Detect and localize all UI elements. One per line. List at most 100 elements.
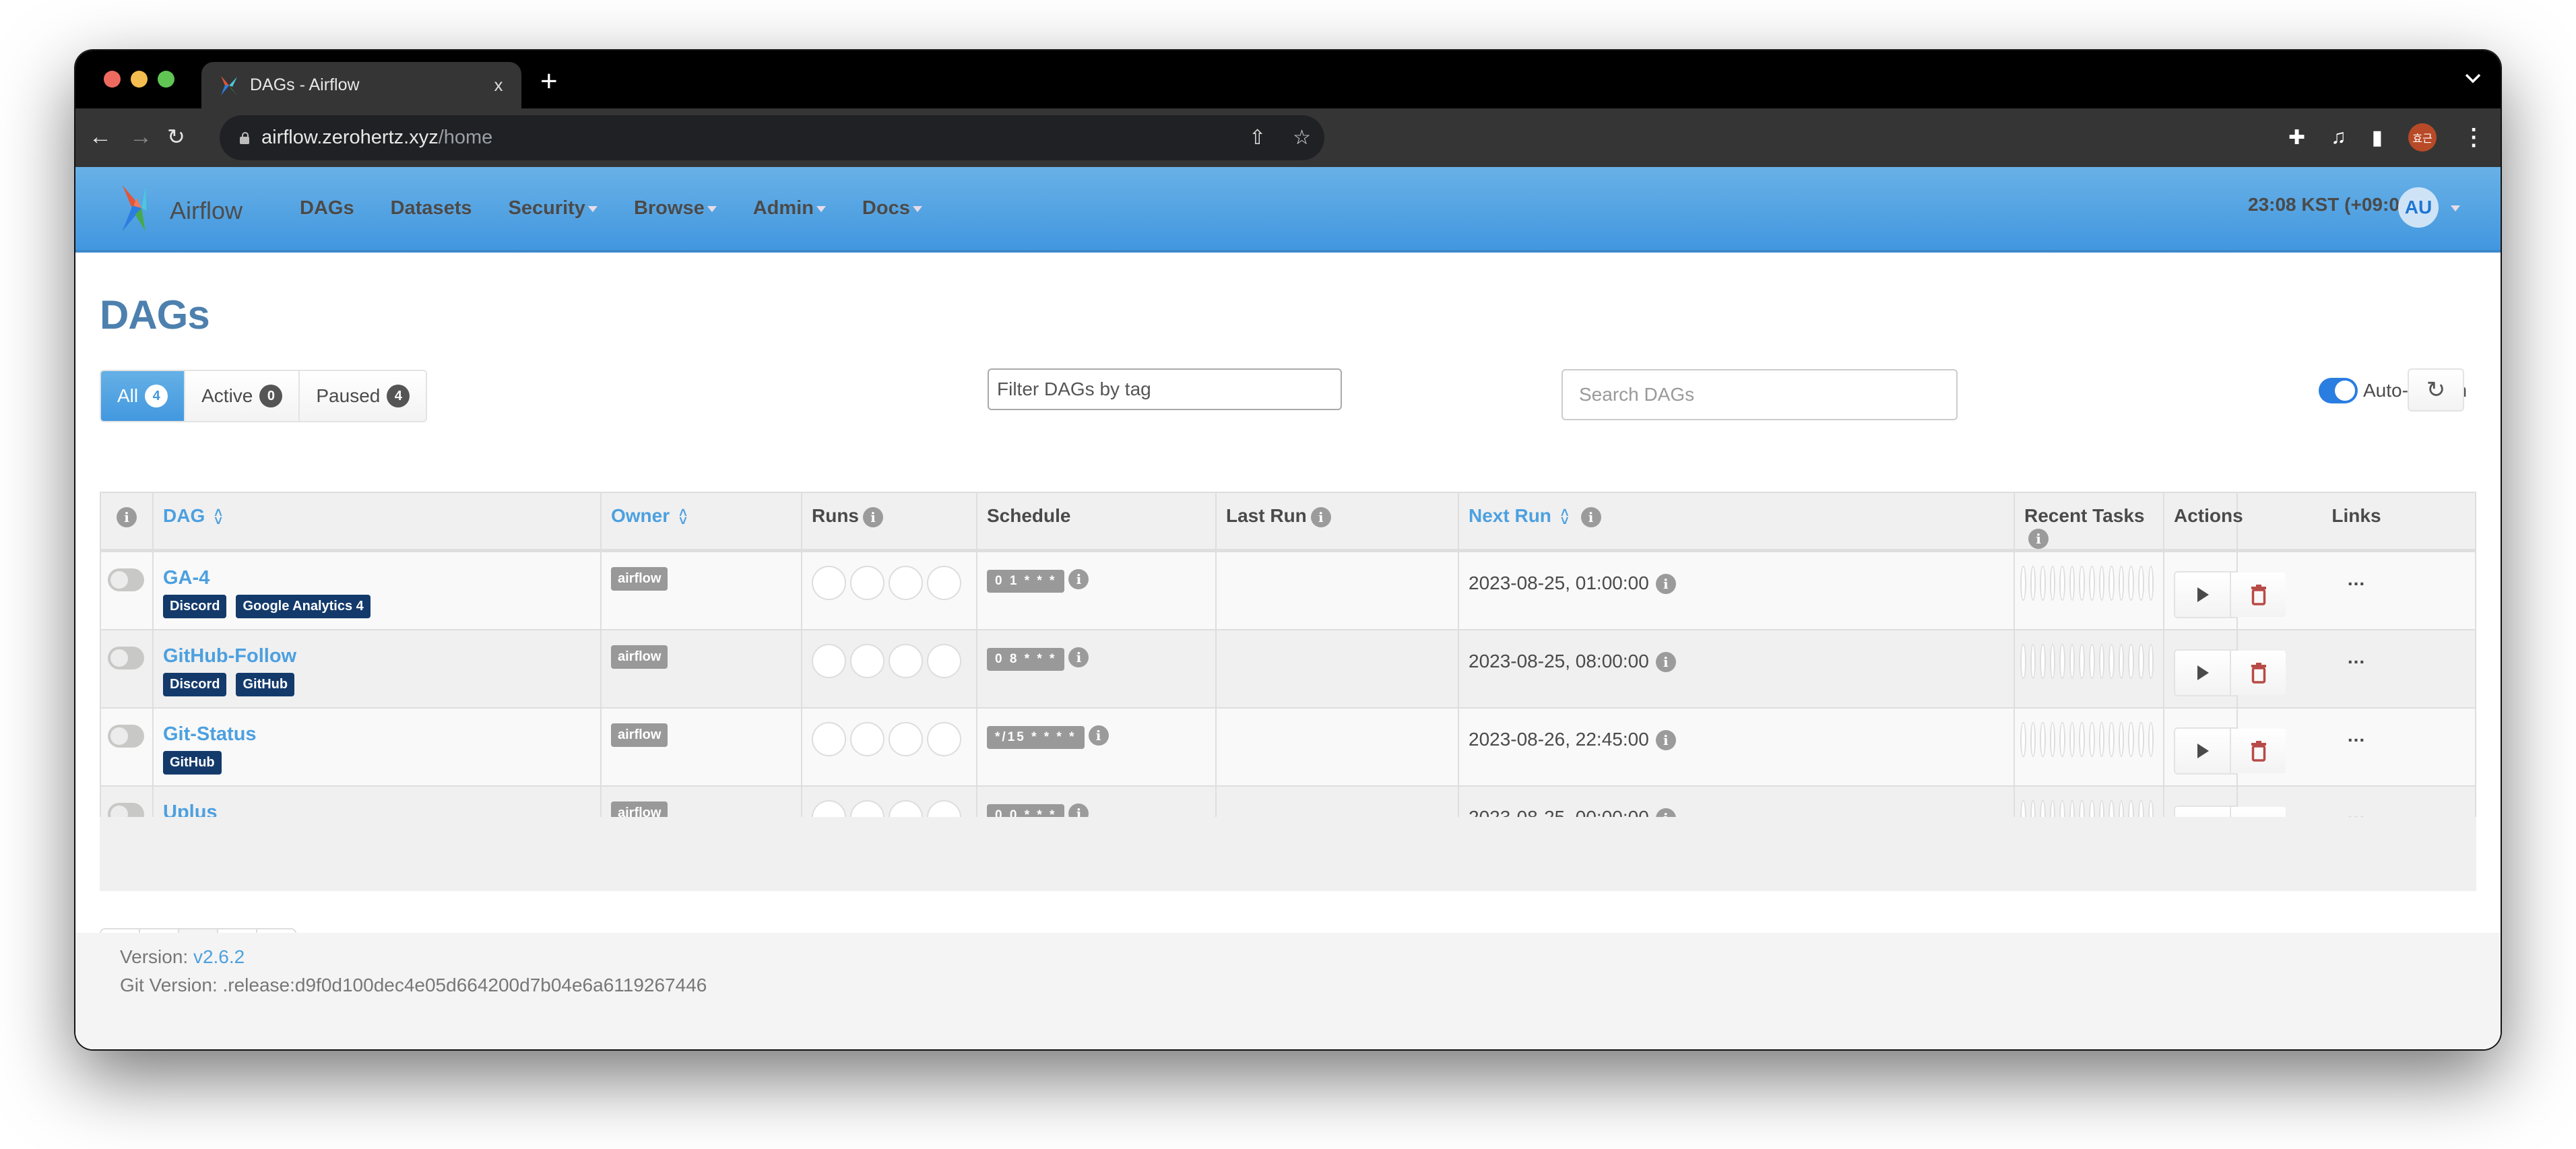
share-icon[interactable]: ⇧ xyxy=(1249,126,1266,150)
task-state-circle[interactable] xyxy=(2020,565,2026,601)
info-icon[interactable]: i xyxy=(1580,506,1601,527)
info-icon[interactable]: i xyxy=(1310,506,1331,527)
new-tab-button[interactable]: + xyxy=(540,67,558,96)
dag-tag[interactable]: GitHub xyxy=(163,750,222,775)
task-state-circle[interactable] xyxy=(2040,643,2046,679)
reload-icon[interactable]: ↻ xyxy=(167,122,185,152)
forward-arrow-icon[interactable]: → xyxy=(129,122,152,152)
task-state-circle[interactable] xyxy=(2059,721,2065,757)
task-state-circle[interactable] xyxy=(2059,643,2065,679)
info-icon[interactable]: i xyxy=(117,506,137,527)
filter-paused-button[interactable]: Paused 4 xyxy=(300,371,426,421)
tab-search-chevron-icon[interactable] xyxy=(2464,68,2482,89)
task-state-circle[interactable] xyxy=(2079,721,2086,757)
schedule-badge[interactable]: 0 8 * * * xyxy=(987,647,1065,671)
task-state-circle[interactable] xyxy=(2030,721,2036,757)
task-state-circle[interactable] xyxy=(2137,643,2144,679)
info-icon[interactable]: i xyxy=(1655,730,1676,751)
run-state-circle[interactable] xyxy=(812,565,846,600)
dag-pause-toggle[interactable] xyxy=(108,568,144,591)
toggle-switch[interactable] xyxy=(2319,378,2358,403)
info-icon[interactable]: i xyxy=(863,506,883,527)
task-state-circle[interactable] xyxy=(2137,565,2144,601)
run-state-circle[interactable] xyxy=(812,721,846,756)
media-playlist-icon[interactable]: ♫ xyxy=(2331,126,2346,149)
menu-docs[interactable]: Docs xyxy=(862,197,922,220)
sort-icon[interactable]: ˄ ˅ xyxy=(1561,506,1569,528)
task-state-circle[interactable] xyxy=(2118,565,2125,601)
dag-link[interactable]: GitHub-Follow xyxy=(163,645,591,667)
run-state-circle[interactable] xyxy=(850,721,884,756)
search-dags-input[interactable] xyxy=(1561,369,1958,420)
browser-tab[interactable]: DAGs - Airflow x xyxy=(201,62,521,108)
task-state-circle[interactable] xyxy=(2049,721,2056,757)
delete-dag-button[interactable] xyxy=(2230,728,2286,773)
task-state-circle[interactable] xyxy=(2069,721,2075,757)
task-state-circle[interactable] xyxy=(2049,643,2056,679)
run-state-circle[interactable] xyxy=(927,643,961,678)
task-state-circle[interactable] xyxy=(2089,643,2095,679)
task-state-circle[interactable] xyxy=(2098,721,2105,757)
run-state-circle[interactable] xyxy=(850,643,884,678)
delete-dag-button[interactable] xyxy=(2230,572,2286,617)
tab-close-icon[interactable]: x xyxy=(485,75,512,96)
menu-admin[interactable]: Admin xyxy=(753,197,826,220)
filter-all-button[interactable]: All 4 xyxy=(101,371,186,421)
trigger-dag-button[interactable] xyxy=(2175,728,2230,773)
task-state-circle[interactable] xyxy=(2069,643,2075,679)
task-state-circle[interactable] xyxy=(2079,643,2086,679)
trigger-dag-button[interactable] xyxy=(2175,650,2230,695)
profile-avatar[interactable]: 효근 xyxy=(2408,123,2437,152)
address-bar[interactable]: airflow.zerohertz.xyz/home ⇧ ☆ xyxy=(220,115,1324,160)
task-state-circle[interactable] xyxy=(2020,721,2026,757)
brand-logo[interactable]: Airflow xyxy=(117,182,243,234)
dag-pause-toggle[interactable] xyxy=(108,724,144,748)
header-next-run[interactable]: Next Run ˄ ˅ i xyxy=(1458,491,2015,552)
refresh-button[interactable]: ↻ xyxy=(2408,368,2464,412)
menu-dags[interactable]: DAGs xyxy=(300,197,354,220)
run-state-circle[interactable] xyxy=(927,721,961,756)
menu-browse[interactable]: Browse xyxy=(634,197,717,220)
task-state-circle[interactable] xyxy=(2040,565,2046,601)
maximize-window-button[interactable] xyxy=(158,71,174,88)
task-state-circle[interactable] xyxy=(2098,565,2105,601)
task-state-circle[interactable] xyxy=(2148,565,2154,601)
task-state-circle[interactable] xyxy=(2108,643,2115,679)
task-state-circle[interactable] xyxy=(2148,643,2154,679)
bookmark-star-icon[interactable]: ☆ xyxy=(1293,126,1311,150)
task-state-circle[interactable] xyxy=(2069,565,2075,601)
dag-link[interactable]: GA-4 xyxy=(163,567,591,589)
header-dag[interactable]: DAG ˄ ˅ xyxy=(152,491,602,552)
extensions-puzzle-icon[interactable]: ✚ xyxy=(2288,126,2305,150)
sort-icon[interactable]: ˄ ˅ xyxy=(679,506,687,528)
task-state-circle[interactable] xyxy=(2098,643,2105,679)
owner-badge[interactable]: airflow xyxy=(611,723,668,747)
dag-tag[interactable]: Discord xyxy=(163,594,227,618)
delete-dag-button[interactable] xyxy=(2230,650,2286,695)
task-state-circle[interactable] xyxy=(2137,721,2144,757)
info-icon[interactable]: i xyxy=(1088,725,1109,746)
info-icon[interactable]: i xyxy=(1068,647,1089,668)
task-state-circle[interactable] xyxy=(2089,565,2095,601)
minimize-window-button[interactable] xyxy=(131,71,148,88)
task-state-circle[interactable] xyxy=(2059,565,2065,601)
menu-security[interactable]: Security xyxy=(508,197,598,220)
task-state-circle[interactable] xyxy=(2128,565,2134,601)
header-owner[interactable]: Owner ˄ ˅ xyxy=(600,491,802,552)
run-state-circle[interactable] xyxy=(812,643,846,678)
browser-menu-icon[interactable]: ⋮ xyxy=(2462,124,2485,151)
task-state-circle[interactable] xyxy=(2079,565,2086,601)
task-state-circle[interactable] xyxy=(2128,721,2134,757)
task-state-circle[interactable] xyxy=(2148,721,2154,757)
run-state-circle[interactable] xyxy=(889,643,923,678)
version-link[interactable]: v2.6.2 xyxy=(193,946,245,967)
owner-badge[interactable]: airflow xyxy=(611,645,668,669)
task-state-circle[interactable] xyxy=(2040,721,2046,757)
dag-tag[interactable]: Google Analytics 4 xyxy=(236,594,371,618)
task-state-circle[interactable] xyxy=(2118,643,2125,679)
menu-datasets[interactable]: Datasets xyxy=(391,197,472,220)
info-icon[interactable]: i xyxy=(1655,652,1676,673)
task-state-circle[interactable] xyxy=(2049,565,2056,601)
task-state-circle[interactable] xyxy=(2108,565,2115,601)
info-icon[interactable]: i xyxy=(1068,569,1089,590)
